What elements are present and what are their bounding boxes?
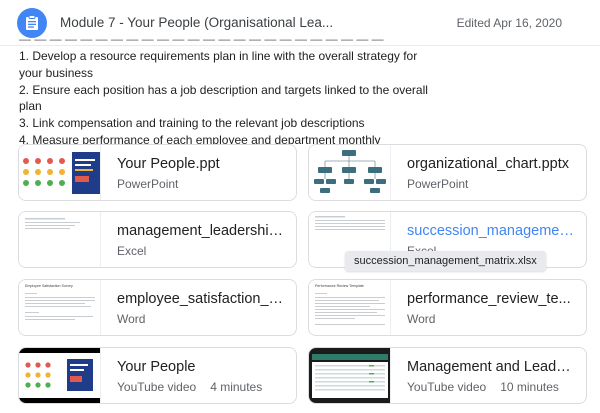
instruction-line: 2. Ensure each position has a job descri… <box>19 82 428 114</box>
edited-date: Edited Apr 16, 2020 <box>456 16 562 30</box>
attachment-card-management-leadership-video[interactable]: Management and Leader... YouTube video 10… <box>308 347 587 404</box>
attachment-card-management-leadership[interactable]: management_leadership... Excel <box>18 211 297 268</box>
attachment-card-employee-satisfaction[interactable]: Employee Satisfaction Survey employee_sa… <box>18 279 297 336</box>
word-thumbnail: Employee Satisfaction Survey <box>19 280 101 335</box>
youtube-thumbnail <box>309 348 391 403</box>
assignment-icon <box>17 8 47 38</box>
attachment-name[interactable]: management_leadership... <box>117 223 287 239</box>
video-duration: 10 minutes <box>500 380 559 394</box>
attachment-card-your-people-ppt[interactable]: Your People.ppt PowerPoint <box>18 144 297 201</box>
attachment-card-your-people-video[interactable]: Your People YouTube video 4 minutes <box>18 347 297 404</box>
attachment-name[interactable]: Management and Leader... <box>407 359 577 375</box>
attachment-card-performance-review[interactable]: Performance Review Template performance_… <box>308 279 587 336</box>
instructions-text: — — — — — — — — — — — — — — — — — — — — … <box>19 38 439 149</box>
attachment-name[interactable]: Your People.ppt <box>117 156 287 172</box>
attachment-name[interactable]: employee_satisfaction_s... <box>117 291 287 307</box>
youtube-thumbnail <box>19 348 101 403</box>
assignment-title: Module 7 - Your People (Organisational L… <box>60 15 334 30</box>
word-thumbnail: Performance Review Template <box>309 280 391 335</box>
attachment-type: PowerPoint <box>407 177 469 191</box>
org-chart-thumbnail <box>309 145 391 200</box>
attachment-name[interactable]: performance_review_te... <box>407 291 577 307</box>
excel-thumbnail <box>19 212 101 267</box>
attachment-name[interactable]: succession_managemen... <box>407 223 577 239</box>
video-source: YouTube video <box>407 380 487 394</box>
video-source: YouTube video <box>117 380 197 394</box>
attachment-type: YouTube video 4 minutes <box>117 380 262 394</box>
video-duration: 4 minutes <box>210 380 263 394</box>
attachment-type: Word <box>407 312 436 326</box>
attachment-name[interactable]: Your People <box>117 359 287 375</box>
cut-off-line: — — — — — — — — — — — — — — — — — — — — … <box>19 38 384 46</box>
instruction-line: 1. Develop a resource requirements plan … <box>19 49 418 80</box>
attachment-type: Word <box>117 312 146 326</box>
instruction-line: 3. Link compensation and training to the… <box>19 116 365 131</box>
filename-tooltip: succession_management_matrix.xlsx <box>345 251 546 271</box>
attachment-type: YouTube video 10 minutes <box>407 380 559 394</box>
attachment-card-organizational-chart[interactable]: organizational_chart.pptx PowerPoint <box>308 144 587 201</box>
powerpoint-thumbnail <box>19 145 101 200</box>
attachment-name[interactable]: organizational_chart.pptx <box>407 156 577 172</box>
attachment-type: PowerPoint <box>117 177 179 191</box>
attachment-type: Excel <box>117 244 147 258</box>
